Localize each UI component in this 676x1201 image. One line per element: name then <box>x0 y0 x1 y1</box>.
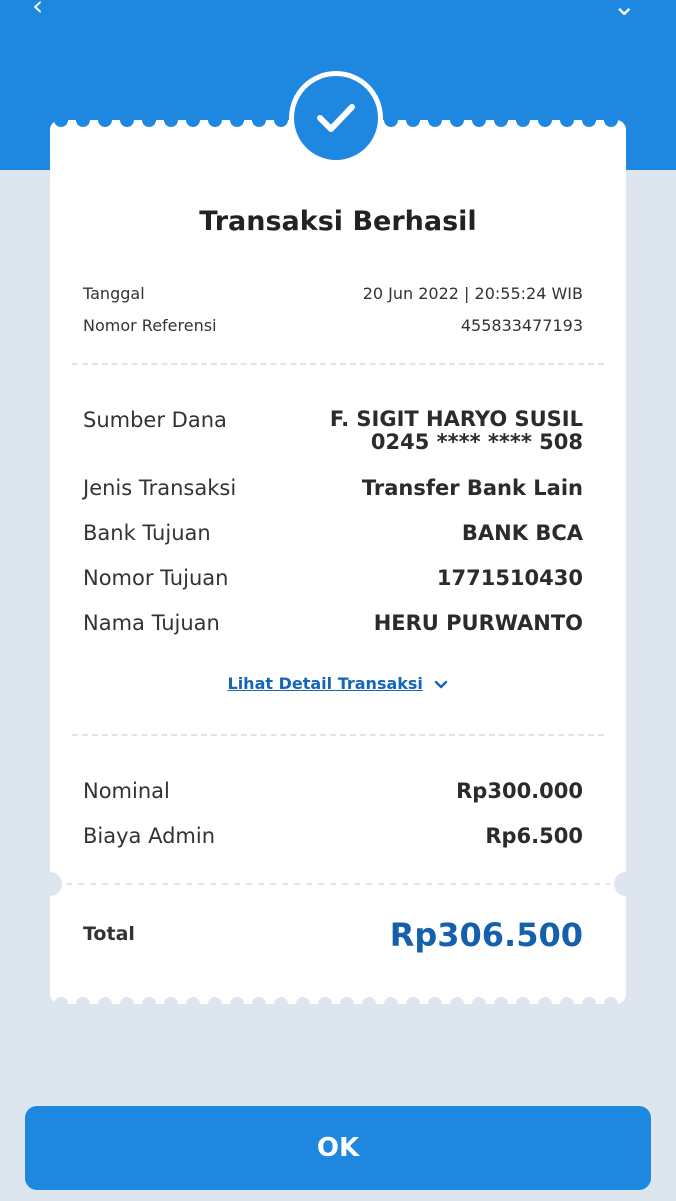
chevron-left-icon[interactable]: ‹ <box>32 0 43 20</box>
transaction-type-row: Jenis Transaksi Transfer Bank Lain <box>83 476 583 500</box>
destination-bank-row: Bank Tujuan BANK BCA <box>83 521 583 545</box>
source-row: Sumber Dana F. SIGIT HARYO SUSIL 0245 **… <box>83 408 583 454</box>
date-row: Tanggal 20 Jun 2022 | 20:55:24 WIB <box>83 284 583 303</box>
nominal-value: Rp300.000 <box>456 779 583 803</box>
source-value: F. SIGIT HARYO SUSIL 0245 **** **** 508 <box>330 408 583 454</box>
ok-button[interactable]: OK <box>25 1106 651 1190</box>
chevron-down-icon[interactable]: ⌄ <box>613 0 636 20</box>
transaction-type-value: Transfer Bank Lain <box>361 476 583 500</box>
chevron-down-icon[interactable] <box>434 680 448 690</box>
receipt-background <box>50 120 626 1004</box>
reference-label: Nomor Referensi <box>83 316 217 335</box>
receipt-card: Transaksi Berhasil Tanggal 20 Jun 2022 |… <box>50 76 626 1004</box>
nominal-row: Nominal Rp300.000 <box>83 779 583 803</box>
destination-bank-label: Bank Tujuan <box>83 521 211 545</box>
destination-name-row: Nama Tujuan HERU PURWANTO <box>83 611 583 635</box>
destination-number-row: Nomor Tujuan 1771510430 <box>83 566 583 590</box>
detail-link[interactable]: Lihat Detail Transaksi <box>50 674 626 693</box>
receipt-title: Transaksi Berhasil <box>199 206 477 237</box>
divider <box>72 363 604 365</box>
divider <box>72 734 604 736</box>
source-account: 0245 **** **** 508 <box>370 430 583 454</box>
check-icon <box>317 104 355 132</box>
reference-row: Nomor Referensi 455833477193 <box>83 316 583 335</box>
total-label: Total <box>83 923 135 945</box>
destination-number-label: Nomor Tujuan <box>83 566 229 590</box>
destination-name-label: Nama Tujuan <box>83 611 220 635</box>
reference-value: 455833477193 <box>460 316 583 335</box>
date-label: Tanggal <box>83 284 145 303</box>
date-value: 20 Jun 2022 | 20:55:24 WIB <box>362 284 583 303</box>
admin-fee-label: Biaya Admin <box>83 824 216 848</box>
admin-fee-row: Biaya Admin Rp6.500 <box>83 824 583 848</box>
success-badge <box>294 76 378 160</box>
admin-fee-value: Rp6.500 <box>485 824 583 848</box>
detail-link-text[interactable]: Lihat Detail Transaksi <box>228 674 423 693</box>
destination-bank-value: BANK BCA <box>461 521 583 545</box>
transaction-type-label: Jenis Transaksi <box>83 476 237 500</box>
total-value: Rp306.500 <box>389 916 583 954</box>
destination-name-value: HERU PURWANTO <box>373 611 583 635</box>
source-name: F. SIGIT HARYO SUSIL <box>329 407 583 431</box>
source-label: Sumber Dana <box>83 408 227 432</box>
nominal-label: Nominal <box>83 779 170 803</box>
destination-number-value: 1771510430 <box>436 566 583 590</box>
